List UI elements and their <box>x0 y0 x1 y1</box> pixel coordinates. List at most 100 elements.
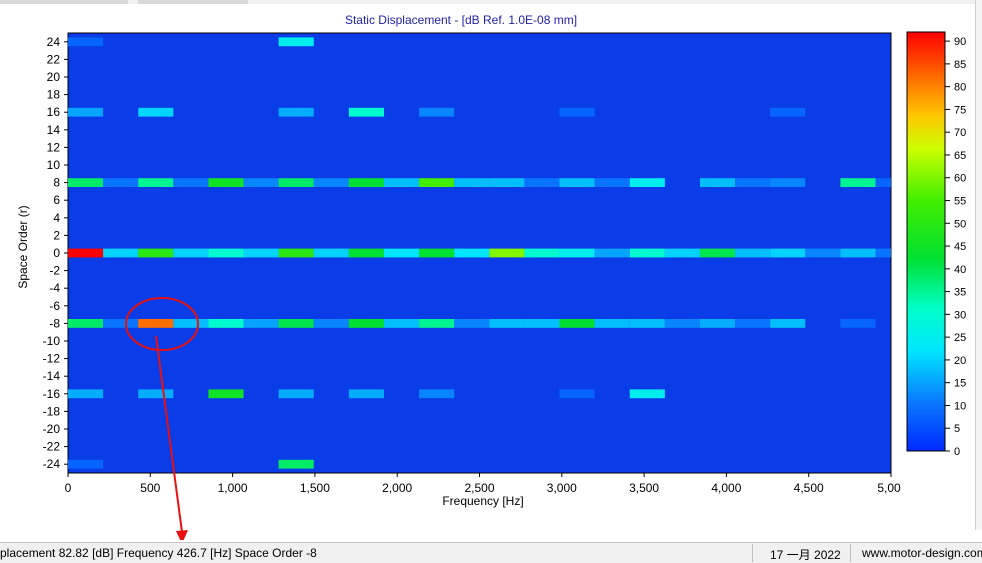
heatmap-cell[interactable] <box>68 37 104 47</box>
heatmap-cell[interactable] <box>524 248 560 258</box>
heatmap-cell[interactable] <box>840 248 876 258</box>
heatmap-cell[interactable] <box>770 178 806 187</box>
heatmap-cell[interactable] <box>348 389 384 399</box>
heatmap-cell[interactable] <box>243 248 279 258</box>
heatmap-cell[interactable] <box>419 389 455 399</box>
y-tick-label: -20 <box>43 422 61 436</box>
heatmap-cell[interactable] <box>278 178 314 187</box>
y-tick-label: 6 <box>53 193 60 207</box>
heatmap-cell[interactable] <box>559 389 595 399</box>
heatmap-cell[interactable] <box>383 178 420 187</box>
heatmap-cell[interactable] <box>735 178 771 187</box>
heatmap-cell[interactable] <box>629 178 665 187</box>
heatmap-cell[interactable] <box>664 319 700 328</box>
heatmap-cell[interactable] <box>348 248 384 258</box>
heatmap-cell[interactable] <box>489 178 525 187</box>
heatmap-cell[interactable] <box>699 178 736 187</box>
heatmap-cell[interactable] <box>313 319 349 328</box>
heatmap-cell[interactable] <box>770 107 806 117</box>
heatmap-cell[interactable] <box>278 37 314 47</box>
heatmap-cell[interactable] <box>840 178 876 187</box>
heatmap-cell[interactable] <box>524 178 560 187</box>
heatmap-cell[interactable] <box>489 319 525 328</box>
heatmap-cell[interactable] <box>208 178 244 187</box>
heatmap-cell[interactable] <box>770 248 806 258</box>
heatmap-cell[interactable] <box>699 319 736 328</box>
heatmap-cell[interactable] <box>103 319 139 328</box>
heatmap-cell[interactable] <box>173 248 209 258</box>
heatmap-cell[interactable] <box>735 319 771 328</box>
heatmap-cell[interactable] <box>383 319 420 328</box>
heatmap-cell[interactable] <box>559 248 595 258</box>
colorbar-tick-label: 80 <box>954 82 966 94</box>
heatmap-cell[interactable] <box>735 248 771 258</box>
y-tick-label: 20 <box>47 70 61 84</box>
heatmap-cell[interactable] <box>103 178 139 187</box>
heatmap-cell[interactable] <box>419 319 455 328</box>
heatmap-cell[interactable] <box>383 248 420 258</box>
heatmap-cell[interactable] <box>138 107 174 117</box>
colorbar-tick-label: 15 <box>954 378 966 390</box>
heatmap-cell[interactable] <box>454 248 490 258</box>
heatmap-cell[interactable] <box>208 248 244 258</box>
window-scrollbar[interactable] <box>975 0 982 530</box>
heatmap-cell[interactable] <box>594 178 630 187</box>
heatmap-cell[interactable] <box>278 459 314 469</box>
heatmap-cell[interactable] <box>68 248 104 258</box>
colorbar-tick-label: 25 <box>954 332 966 344</box>
heatmap-cell[interactable] <box>594 248 630 258</box>
heatmap-cell[interactable] <box>419 248 455 258</box>
heatmap-cell[interactable] <box>68 389 104 399</box>
heatmap-cell[interactable] <box>208 389 244 399</box>
heatmap-cell[interactable] <box>594 319 630 328</box>
heatmap-cell[interactable] <box>559 107 595 117</box>
heatmap-cell[interactable] <box>173 319 209 328</box>
heatmap-cell[interactable] <box>68 459 104 469</box>
heatmap-cell[interactable] <box>68 319 104 328</box>
heatmap-cell[interactable] <box>278 248 314 258</box>
heatmap-cell[interactable] <box>664 248 700 258</box>
heatmap-cell[interactable] <box>489 248 525 258</box>
heatmap-cell[interactable] <box>524 319 560 328</box>
x-tick-label: 2,000 <box>382 481 412 495</box>
heatmap-cell[interactable] <box>629 248 665 258</box>
y-tick-label: -8 <box>49 316 60 330</box>
heatmap-cell[interactable] <box>313 248 349 258</box>
heatmap-cell[interactable] <box>875 178 891 187</box>
heatmap-cell[interactable] <box>313 178 349 187</box>
heatmap-cell[interactable] <box>68 178 104 187</box>
heatmap-cell[interactable] <box>278 389 314 399</box>
heatmap-cell[interactable] <box>454 319 490 328</box>
heatmap-cell[interactable] <box>454 178 490 187</box>
heatmap-cell[interactable] <box>103 248 139 258</box>
x-tick-label: 1,500 <box>300 481 330 495</box>
heatmap-cell[interactable] <box>208 319 244 328</box>
heatmap-cell[interactable] <box>278 319 314 328</box>
heatmap-cell[interactable] <box>138 319 174 328</box>
heatmap-cell[interactable] <box>840 319 876 328</box>
heatmap-cell[interactable] <box>699 248 736 258</box>
heatmap-cell[interactable] <box>348 178 384 187</box>
heatmap-cell[interactable] <box>419 107 455 117</box>
heatmap-cell[interactable] <box>278 107 314 117</box>
colorbar-tick-label: 40 <box>954 264 966 276</box>
heatmap-cell[interactable] <box>348 107 384 117</box>
heatmap-cell[interactable] <box>770 319 806 328</box>
heatmap-cell[interactable] <box>243 319 279 328</box>
heatmap-cell[interactable] <box>629 319 665 328</box>
heatmap-cell[interactable] <box>805 248 841 258</box>
heatmap-cell[interactable] <box>559 319 595 328</box>
heatmap-cell[interactable] <box>243 178 279 187</box>
x-tick-label: 1,000 <box>218 481 248 495</box>
heatmap-cell[interactable] <box>419 178 455 187</box>
heatmap-cell[interactable] <box>348 319 384 328</box>
heatmap-cell[interactable] <box>173 178 209 187</box>
heatmap-cell[interactable] <box>138 178 174 187</box>
heatmap-cell[interactable] <box>559 178 595 187</box>
heatmap-cell[interactable] <box>68 107 104 117</box>
heatmap-cell[interactable] <box>138 389 174 399</box>
heatmap-cell[interactable] <box>629 389 665 399</box>
status-divider <box>752 544 753 562</box>
heatmap-cell[interactable] <box>875 248 891 258</box>
heatmap-cell[interactable] <box>138 248 174 258</box>
